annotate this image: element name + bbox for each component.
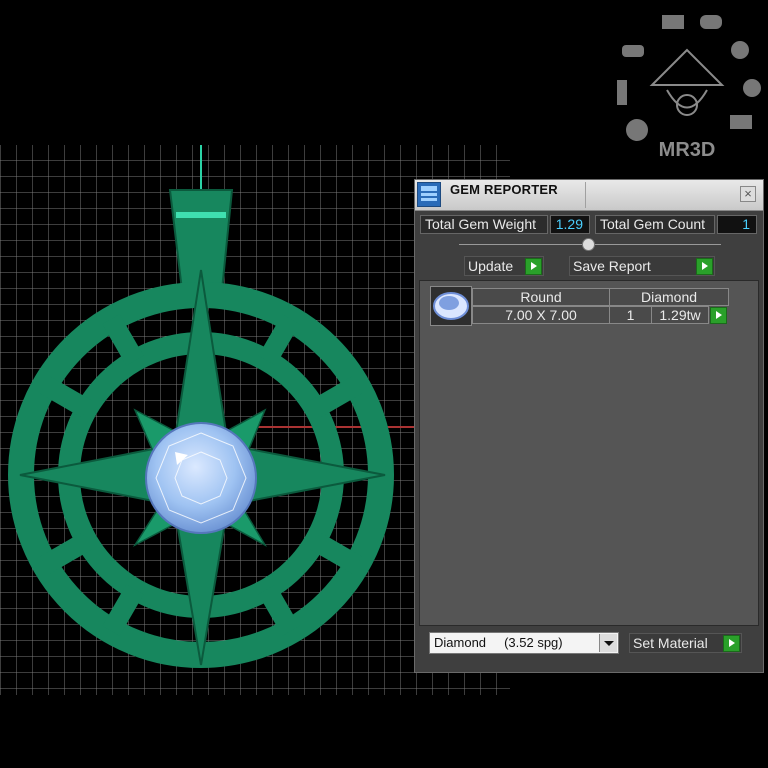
play-icon[interactable] (710, 307, 727, 324)
column-header-shape[interactable]: Round (472, 288, 610, 306)
total-gem-weight-value: 1.29 (550, 215, 590, 234)
bear-icon (731, 41, 749, 59)
set-material-button[interactable]: Set Material (629, 633, 742, 653)
app-icon (417, 182, 441, 207)
watermark-text: MR3D (659, 139, 716, 160)
panel-title: GEM REPORTER (450, 182, 558, 197)
round-gem-icon (430, 286, 472, 326)
update-button[interactable]: Update (464, 256, 544, 276)
dropdown-arrow-icon[interactable] (599, 634, 617, 652)
save-report-button[interactable]: Save Report (569, 256, 715, 276)
bail-highlight (176, 212, 226, 218)
update-button-label: Update (468, 258, 514, 274)
face-icon (626, 119, 648, 141)
total-gem-count-label: Total Gem Count (595, 215, 715, 234)
column-header-material[interactable]: Diamond (609, 288, 729, 306)
material-select[interactable]: Diamond (3.52 spg) (429, 632, 619, 654)
gear-icon (743, 79, 761, 97)
set-material-button-label: Set Material (633, 635, 708, 651)
gem-size-cell: 7.00 X 7.00 (472, 306, 610, 324)
title-divider (585, 182, 586, 208)
total-gem-count-value: 1 (717, 215, 757, 234)
gem-count-cell: 1 (609, 306, 652, 324)
round-gem (145, 422, 257, 534)
gem-weight-cell: 1.29tw (651, 306, 709, 324)
gem-list[interactable]: Round Diamond 7.00 X 7.00 1 1.29tw (419, 280, 759, 626)
play-icon (723, 635, 740, 652)
vr-icon (622, 45, 644, 57)
title-bar[interactable]: GEM REPORTER × (415, 180, 763, 211)
mr3d-watermark-logo: MR3D (617, 15, 761, 160)
gem-reporter-panel: GEM REPORTER × Total Gem Weight 1.29 Tot… (414, 179, 764, 673)
close-icon[interactable]: × (740, 186, 756, 202)
play-icon (696, 258, 713, 275)
play-icon (525, 258, 542, 275)
clapper-icon (662, 15, 684, 29)
figure-icon (617, 80, 627, 105)
total-gem-weight-label: Total Gem Weight (420, 215, 548, 234)
material-select-value: Diamond (3.52 spg) (434, 635, 563, 650)
splitter-handle[interactable] (582, 238, 595, 251)
save-report-button-label: Save Report (573, 258, 651, 274)
printer-icon (730, 115, 752, 129)
gamepad-icon (700, 15, 722, 29)
